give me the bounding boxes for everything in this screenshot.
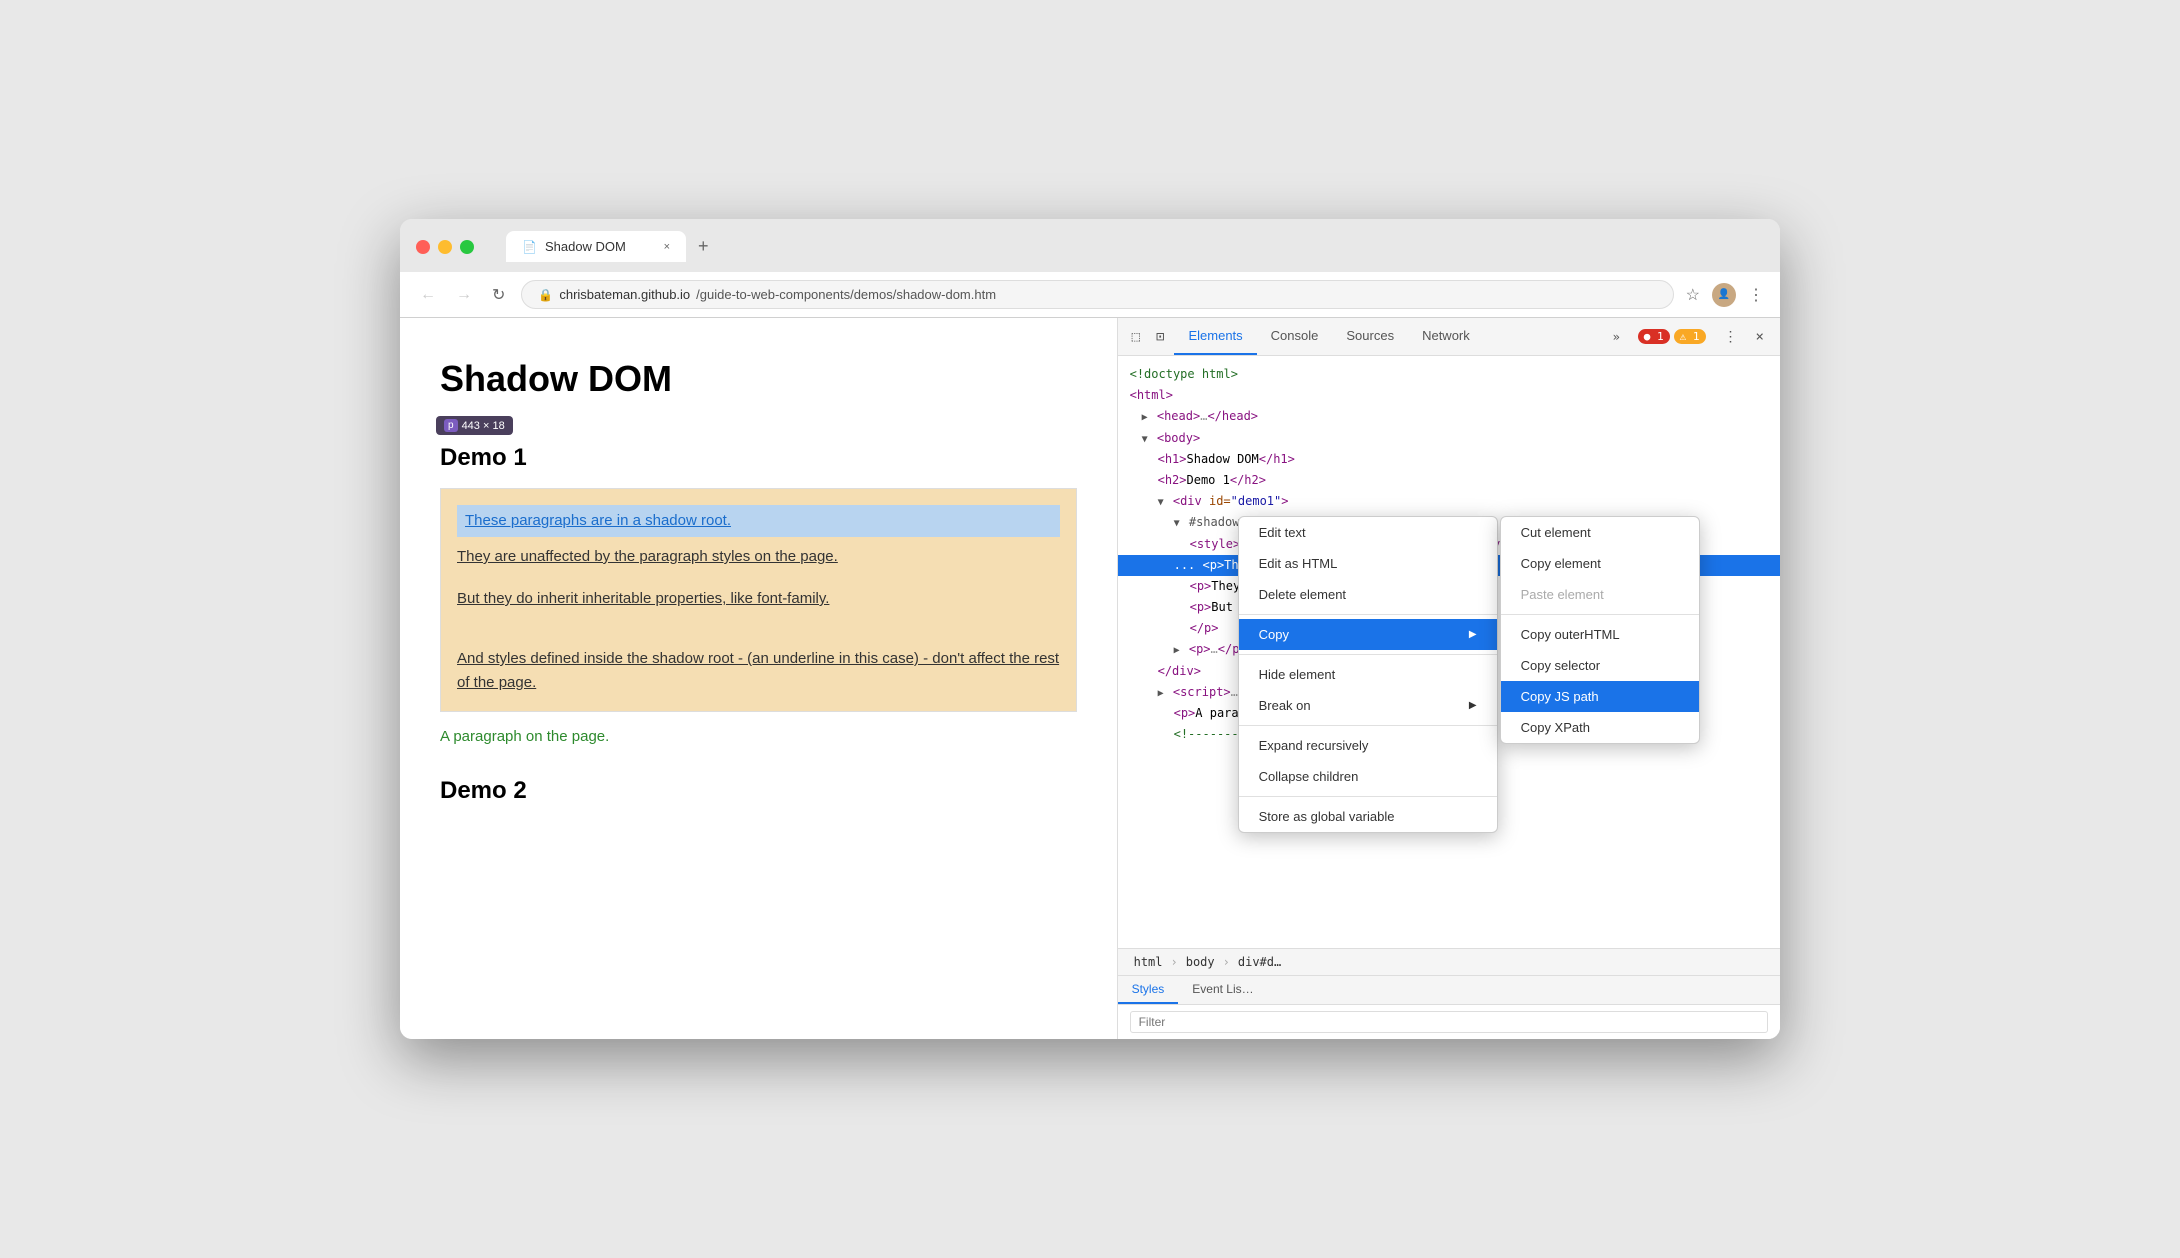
ctx-collapse-children[interactable]: Collapse children: [1239, 761, 1497, 792]
warn-badge: ⚠ 1: [1674, 329, 1706, 344]
lock-icon: 🔒: [538, 288, 553, 302]
devtools-settings-button[interactable]: ⋮: [1718, 319, 1744, 355]
forward-button[interactable]: →: [452, 282, 476, 308]
tab-title: Shadow DOM: [545, 239, 626, 254]
breadcrumb-html[interactable]: html: [1130, 953, 1167, 971]
more-tabs-button[interactable]: »: [1607, 320, 1626, 354]
dom-line-h1: <h1>Shadow DOM</h1>: [1118, 449, 1780, 470]
tab-console[interactable]: Console: [1257, 318, 1333, 355]
styles-tab[interactable]: Styles: [1118, 976, 1179, 1004]
ctx-break-on[interactable]: Break on ▶: [1239, 690, 1497, 721]
dom-line-h2: <h2>Demo 1</h2>: [1118, 470, 1780, 491]
ctx-expand-recursively[interactable]: Expand recursively: [1239, 730, 1497, 761]
devtools-tabs: Elements Console Sources Network: [1174, 318, 1602, 355]
inspect-element-button[interactable]: ⬚: [1126, 319, 1146, 355]
devtools-bottom: html › body › div#d… Styles Event Lis…: [1118, 948, 1780, 1039]
dom-line-body[interactable]: ▼ <body>: [1118, 428, 1780, 449]
title-bar: 📄 Shadow DOM × +: [400, 219, 1780, 272]
dom-tree: <!doctype html> <html> ▶ <head>…</head> …: [1118, 356, 1780, 948]
sub-ctx-copy-xpath[interactable]: Copy XPath: [1501, 712, 1699, 743]
tab-network[interactable]: Network: [1408, 318, 1484, 355]
browser-tab[interactable]: 📄 Shadow DOM ×: [506, 231, 686, 262]
url-base: chrisbateman.github.io: [559, 287, 690, 302]
traffic-lights: [416, 240, 474, 254]
ctx-separator-4: [1239, 796, 1497, 797]
close-window-button[interactable]: [416, 240, 430, 254]
sub-ctx-copy-js-path[interactable]: Copy JS path: [1501, 681, 1699, 712]
tab-elements[interactable]: Elements: [1174, 318, 1256, 355]
sub-ctx-copy-selector[interactable]: Copy selector: [1501, 650, 1699, 681]
ctx-edit-text[interactable]: Edit text: [1239, 517, 1497, 548]
sub-ctx-copy-element[interactable]: Copy element: [1501, 548, 1699, 579]
devtools-panel: ⬚ ⊡ Elements Console Sources Network » ●…: [1118, 318, 1780, 1039]
ctx-separator-2: [1239, 654, 1497, 655]
dom-line-div-demo1[interactable]: ▼ <div id="demo1">: [1118, 491, 1780, 512]
ctx-separator-1: [1239, 614, 1497, 615]
styles-tabs: Styles Event Lis…: [1118, 975, 1780, 1004]
address-bar: ← → ↻ 🔒 chrisbateman.github.io /guide-to…: [400, 272, 1780, 318]
tab-close-button[interactable]: ×: [664, 241, 670, 253]
bookmark-button[interactable]: ☆: [1686, 285, 1700, 305]
ctx-separator-3: [1239, 725, 1497, 726]
context-menu: Edit text Edit as HTML Delete element Co…: [1238, 516, 1498, 833]
breadcrumb-body[interactable]: body: [1182, 953, 1219, 971]
back-button[interactable]: ←: [416, 282, 440, 308]
sub-ctx-separator-1: [1501, 614, 1699, 615]
dom-line-head[interactable]: ▶ <head>…</head>: [1118, 406, 1780, 427]
tab-icon: 📄: [522, 240, 537, 254]
ctx-edit-html[interactable]: Edit as HTML: [1239, 548, 1497, 579]
browser-window: 📄 Shadow DOM × + ← → ↻ 🔒 chrisbateman.gi…: [400, 219, 1780, 1039]
breadcrumb-div[interactable]: div#d…: [1234, 953, 1285, 971]
maximize-window-button[interactable]: [460, 240, 474, 254]
filter-bar: [1118, 1004, 1780, 1039]
address-input[interactable]: 🔒 chrisbateman.github.io /guide-to-web-c…: [521, 280, 1673, 309]
demo2-heading: Demo 2: [440, 777, 1077, 805]
breadcrumb-bar: html › body › div#d…: [1118, 949, 1780, 975]
url-path: /guide-to-web-components/demos/shadow-do…: [696, 287, 996, 302]
sub-context-menu: Cut element Copy element Paste element C…: [1500, 516, 1700, 744]
error-badge: ● 1: [1638, 329, 1670, 344]
ctx-delete-element[interactable]: Delete element: [1239, 579, 1497, 610]
devtools-toolbar: ⬚ ⊡ Elements Console Sources Network » ●…: [1118, 318, 1780, 356]
shadow-paragraph-3: But they do inherit inheritable properti…: [457, 587, 1060, 611]
new-tab-button[interactable]: +: [694, 232, 713, 261]
tab-sources[interactable]: Sources: [1332, 318, 1408, 355]
main-content: Shadow DOM p 443 × 18 Demo 1 These parag…: [400, 318, 1780, 1039]
shadow-paragraph-4: And styles defined inside the shadow roo…: [457, 647, 1060, 695]
shadow-paragraph-1: These paragraphs are in a shadow root.: [465, 509, 1052, 533]
page-viewport: Shadow DOM p 443 × 18 Demo 1 These parag…: [400, 318, 1118, 1039]
sub-ctx-paste-element: Paste element: [1501, 579, 1699, 610]
minimize-window-button[interactable]: [438, 240, 452, 254]
shadow-dom-box: These paragraphs are in a shadow root. T…: [440, 488, 1077, 712]
tab-bar: 📄 Shadow DOM × +: [506, 231, 713, 262]
title-bar-top: 📄 Shadow DOM × +: [416, 231, 1764, 272]
event-listeners-tab[interactable]: Event Lis…: [1178, 976, 1267, 1004]
device-toolbar-button[interactable]: ⊡: [1150, 319, 1170, 355]
page-title: Shadow DOM: [440, 358, 1077, 400]
devtools-close-button[interactable]: ×: [1748, 319, 1772, 355]
page-paragraph: A paragraph on the page.: [440, 728, 1077, 745]
shadow-paragraph-2: They are unaffected by the paragraph sty…: [457, 545, 1060, 569]
dom-line-doctype: <!doctype html>: [1118, 364, 1780, 385]
dom-line-html: <html>: [1118, 385, 1780, 406]
ctx-store-global[interactable]: Store as global variable: [1239, 801, 1497, 832]
ctx-hide-element[interactable]: Hide element: [1239, 659, 1497, 690]
sub-ctx-cut-element[interactable]: Cut element: [1501, 517, 1699, 548]
browser-more-button[interactable]: ⋮: [1748, 285, 1764, 305]
sub-ctx-copy-outerhtml[interactable]: Copy outerHTML: [1501, 619, 1699, 650]
refresh-button[interactable]: ↻: [488, 281, 509, 309]
ctx-copy[interactable]: Copy ▶: [1239, 619, 1497, 650]
error-count: ● 1 ⚠ 1: [1630, 323, 1714, 350]
filter-input[interactable]: [1130, 1011, 1768, 1033]
user-avatar[interactable]: 👤: [1712, 283, 1736, 307]
demo1-heading: Demo 1: [440, 424, 1077, 472]
